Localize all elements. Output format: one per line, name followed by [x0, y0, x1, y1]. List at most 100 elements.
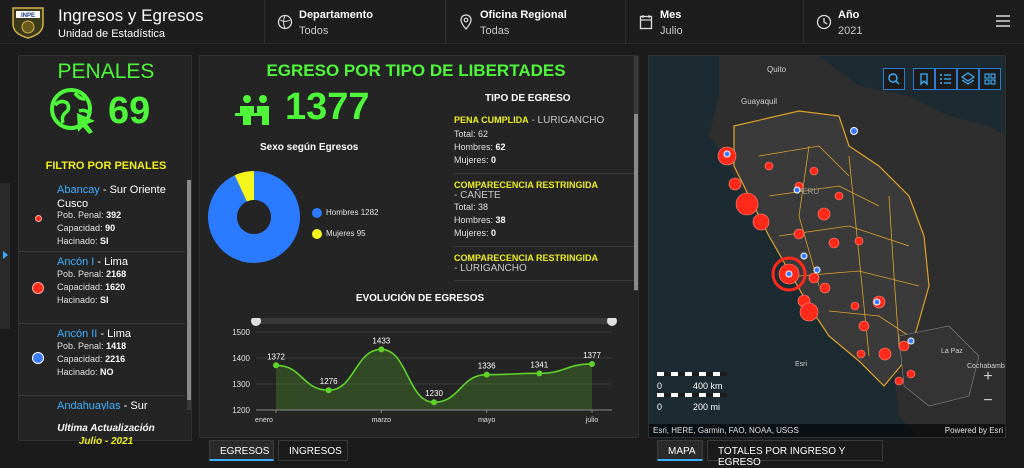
- filtro-title: FILTRO POR PENALES: [45, 160, 167, 172]
- map-label: Quito: [767, 65, 787, 74]
- map-label: La Paz: [941, 348, 963, 355]
- data-label: 1377: [583, 351, 601, 360]
- tab-totales[interactable]: TOTALES POR INGRESO Y EGRESO: [707, 440, 883, 468]
- map-pin-icon: [460, 14, 472, 30]
- range-slider-track[interactable]: [256, 318, 612, 324]
- penal-cap: Capacidad: 90: [57, 223, 116, 233]
- data-point[interactable]: [589, 360, 595, 367]
- data-point[interactable]: [431, 399, 437, 406]
- hamburger-menu-icon[interactable]: [996, 14, 1010, 28]
- filter-value: Todas: [480, 25, 510, 37]
- data-label: 1341: [530, 360, 548, 369]
- tab-mapa[interactable]: MAPA: [657, 440, 703, 461]
- scale-bar: [657, 393, 727, 397]
- scale-km: 400 km: [693, 381, 723, 391]
- logo-text: INPE: [21, 13, 35, 19]
- x-tick-label: julio: [585, 417, 599, 424]
- filter-oficina-regional[interactable]: Oficina Regional Todas: [445, 0, 625, 44]
- zoom-out-button[interactable]: −: [977, 392, 999, 412]
- globe-cursor-icon: [50, 88, 95, 134]
- donut-hole: [237, 200, 271, 234]
- scale-mi: 200 mi: [693, 402, 721, 412]
- penal-item[interactable]: Ancón I - Lima Pob. Penal: 2168 Capacida…: [19, 252, 185, 324]
- data-label: 1276: [320, 377, 338, 386]
- data-point[interactable]: [536, 370, 543, 377]
- legend-hombres: Hombres 1282: [312, 208, 378, 218]
- penales-title: PENALES: [57, 60, 155, 83]
- basemap-grid-icon[interactable]: [979, 68, 1001, 90]
- penal-item[interactable]: Abancay - Sur Oriente Cusco Pob. Penal: …: [19, 180, 185, 252]
- data-point[interactable]: [325, 387, 332, 394]
- app-subtitle: Unidad de Estadística: [58, 28, 166, 40]
- filter-label: Año: [838, 9, 860, 21]
- penales-scrollbar[interactable]: [187, 180, 191, 410]
- filter-label: Mes: [660, 9, 682, 21]
- bookmark-icon[interactable]: [913, 68, 935, 90]
- status-dot: [32, 352, 44, 364]
- penal-item[interactable]: Andahuaylas - Sur: [19, 396, 185, 410]
- range-slider-handle-start[interactable]: [251, 318, 261, 326]
- filter-ano[interactable]: Año 2021: [803, 0, 984, 44]
- filter-value: Julio: [660, 25, 683, 37]
- data-label: 1372: [267, 352, 285, 361]
- attribution-bar: Esri, HERE, Garmin, FAO, NOAA, USGS Powe…: [649, 424, 1005, 437]
- side-panel-toggle[interactable]: [0, 183, 10, 329]
- penales-panel: PENALES 69 FILTRO POR PENALES Abancay - …: [18, 55, 192, 447]
- penal-item[interactable]: Ancón II - Lima Pob. Penal: 1418 Capacid…: [19, 324, 185, 396]
- legend-value: 95: [356, 229, 366, 239]
- filter-departamento[interactable]: Departamento Todos: [264, 0, 445, 44]
- powered-by[interactable]: Powered by Esri: [945, 426, 1003, 435]
- range-slider-handle-end[interactable]: [607, 318, 617, 326]
- data-point[interactable]: [378, 346, 385, 353]
- app-title: Ingresos y Egresos: [58, 6, 204, 25]
- map-label: Guayaquil: [741, 97, 777, 106]
- data-label: 1433: [372, 336, 390, 345]
- legend-swatch: [312, 229, 322, 239]
- penales-list[interactable]: Abancay - Sur Oriente Cusco Pob. Penal: …: [19, 180, 185, 410]
- penal-hac: Hacinado: NO: [57, 367, 114, 377]
- people-icon: [235, 95, 269, 125]
- x-tick-label: mayo: [478, 417, 495, 424]
- data-point[interactable]: [483, 371, 490, 378]
- penal-pob: Pob. Penal: 1418: [57, 341, 127, 351]
- tipo-item[interactable]: PENA CUMPLIDA - LURIGANCHO Total: 62 Hom…: [454, 110, 634, 174]
- map-label: Esri: [795, 361, 808, 368]
- globe-pin-icon: [277, 14, 293, 30]
- update-label: Ultima Actualización: [57, 423, 155, 434]
- status-dot: [35, 215, 42, 222]
- penal-hac: Hacinado: SI: [57, 236, 109, 246]
- tipo-title: TIPO DE EGRESO: [485, 93, 571, 104]
- tipo-egreso-list[interactable]: PENA CUMPLIDA - LURIGANCHO Total: 62 Hom…: [454, 110, 634, 288]
- penal-name: Ancón I - Lima: [57, 256, 128, 268]
- tab-egresos[interactable]: EGRESOS: [209, 440, 274, 461]
- tab-ingresos[interactable]: INGRESOS: [278, 440, 348, 461]
- filter-label: Departamento: [299, 9, 373, 21]
- layers-icon[interactable]: [957, 68, 979, 90]
- penales-count: 69: [108, 90, 151, 132]
- filter-value: Todos: [299, 25, 329, 37]
- data-point[interactable]: [273, 362, 279, 369]
- legend-list-icon[interactable]: [935, 68, 957, 90]
- filter-label: Oficina Regional: [480, 9, 567, 21]
- sexo-title: Sexo según Egresos: [260, 142, 359, 153]
- scrollbar-thumb[interactable]: [634, 114, 638, 290]
- egresos-scrollbar[interactable]: [634, 56, 638, 291]
- status-dot: [32, 282, 44, 294]
- zoom-in-button[interactable]: +: [977, 368, 999, 388]
- filter-mes[interactable]: Mes Julio: [625, 0, 803, 44]
- y-tick-label: 1500: [232, 328, 250, 337]
- tipo-item[interactable]: COMPARECENCIA RESTRINGIDA - CAÑETE Total…: [454, 180, 634, 247]
- calendar-icon: [639, 15, 653, 30]
- scrollbar-thumb[interactable]: [187, 180, 191, 400]
- scale-bar: [657, 372, 727, 376]
- penal-name: Abancay - Sur Oriente Cusco: [57, 184, 166, 210]
- penal-hac: Hacinado: SI: [57, 295, 109, 305]
- x-tick-label: enero: [255, 417, 273, 424]
- search-icon[interactable]: [883, 68, 905, 90]
- scale-zero: 0: [657, 381, 663, 391]
- data-label: 1230: [425, 389, 443, 398]
- map-panel[interactable]: Quito Guayaquil PERÚ La Paz Cochabamb Es…: [648, 55, 1006, 438]
- penal-cap: Capacidad: 2216: [57, 354, 126, 364]
- tipo-item[interactable]: COMPARECENCIA RESTRINGIDA - LURIGANCHO: [454, 253, 634, 281]
- x-tick-label: marzo: [372, 417, 392, 424]
